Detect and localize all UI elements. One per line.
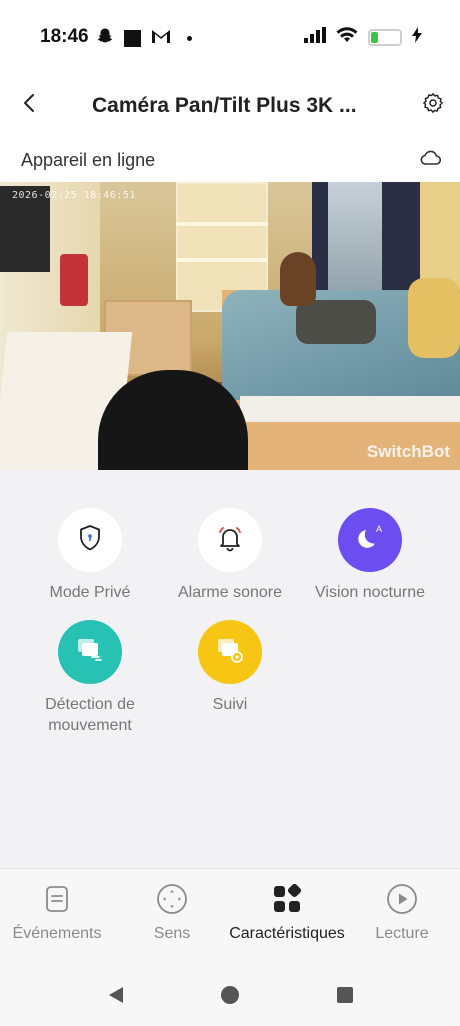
play-icon (384, 881, 420, 917)
shield-lock-icon (77, 524, 103, 557)
scene-shelf-board (176, 222, 268, 226)
feature-label: Suivi (212, 696, 248, 713)
nav-label: Événements (12, 925, 102, 942)
motion-detection-icon (75, 636, 105, 669)
signal-icon (304, 27, 326, 48)
back-button[interactable] (14, 90, 44, 120)
direction-pad-icon (154, 881, 190, 917)
feature-motion-detection[interactable]: Détection de mouvement (15, 620, 165, 736)
snapchat-icon (96, 27, 114, 50)
gear-icon (422, 92, 444, 119)
bell-icon (216, 524, 244, 557)
feature-label: Mode Privé (49, 584, 131, 601)
bottom-navigation: Événements Sens Caractéristiques Lecture (0, 868, 460, 968)
battery-icon (368, 29, 402, 46)
scene-mattress (240, 396, 460, 422)
feature-label: Alarme sonore (177, 584, 283, 601)
scene-blanket (408, 278, 460, 358)
moon-auto-icon: A (355, 523, 385, 558)
page-title: Caméra Pan/Tilt Plus 3K ... (92, 94, 357, 117)
status-bar: 18:46 (0, 0, 460, 76)
feature-label: Détection de mouvement (45, 696, 135, 734)
app-header: Caméra Pan/Tilt Plus 3K ... (0, 76, 460, 136)
nav-tab-direction[interactable]: Sens (122, 881, 222, 943)
video-timestamp: 2026-02-25 18:46:51 (12, 190, 136, 201)
home-circle-icon (220, 985, 240, 1010)
battery-fill (371, 32, 378, 43)
back-triangle-icon (107, 986, 125, 1009)
device-status-text: Appareil en ligne (21, 150, 156, 170)
nav-tab-features[interactable]: Caractéristiques (226, 881, 348, 945)
notification-icons (96, 27, 192, 50)
dot-icon (187, 36, 192, 41)
camera-live-view[interactable]: 2026-02-25 18:46:51 SwitchBot (0, 182, 460, 470)
tracking-icon (215, 636, 245, 669)
feature-night-vision-button[interactable]: A (338, 508, 402, 572)
system-back-button[interactable] (105, 986, 127, 1008)
wifi-icon (336, 27, 358, 48)
scene-bag (60, 254, 88, 306)
gmail-icon (151, 28, 171, 49)
svg-text:A: A (376, 524, 382, 534)
system-navigation-bar (0, 968, 460, 1026)
features-grid-icon (269, 881, 305, 917)
charging-bolt-icon (412, 27, 422, 48)
events-icon (39, 881, 75, 917)
chevron-left-icon (22, 93, 36, 118)
system-home-button[interactable] (219, 985, 241, 1010)
nav-label: Lecture (375, 925, 429, 942)
nav-label: Caractéristiques (229, 925, 345, 942)
recents-square-icon (336, 986, 354, 1009)
settings-button[interactable] (418, 90, 448, 120)
video-watermark: SwitchBot (366, 442, 450, 461)
device-status-row: Appareil en ligne (0, 136, 460, 182)
feature-private-mode[interactable]: Mode Privé (15, 508, 165, 603)
scene-pillow (296, 300, 376, 344)
scene-shelf-board (176, 258, 268, 262)
nav-tab-events[interactable]: Événements (2, 881, 112, 943)
feature-sound-alarm[interactable]: Alarme sonore (155, 508, 305, 603)
feature-tracking[interactable]: Suivi (155, 620, 305, 715)
feature-night-vision[interactable]: A Vision nocturne (295, 508, 445, 603)
scene-window (328, 182, 386, 302)
nav-tab-playback[interactable]: Lecture (352, 881, 452, 943)
square-notification-icon (124, 30, 141, 47)
feature-private-mode-button[interactable] (58, 508, 122, 572)
feature-motion-detection-button[interactable] (58, 620, 122, 684)
status-time: 18:46 (40, 26, 89, 47)
feature-label: Vision nocturne (315, 584, 425, 601)
scene-teddy-bear (280, 252, 316, 306)
cloud-icon (419, 150, 442, 171)
nav-label: Sens (153, 925, 191, 942)
cloud-button[interactable] (416, 148, 444, 172)
system-recents-button[interactable] (334, 986, 356, 1008)
feature-tracking-button[interactable] (198, 620, 262, 684)
feature-sound-alarm-button[interactable] (198, 508, 262, 572)
features-panel: Mode Privé Alarme sonore A Vision noctur… (0, 470, 460, 868)
system-icons (304, 27, 422, 48)
